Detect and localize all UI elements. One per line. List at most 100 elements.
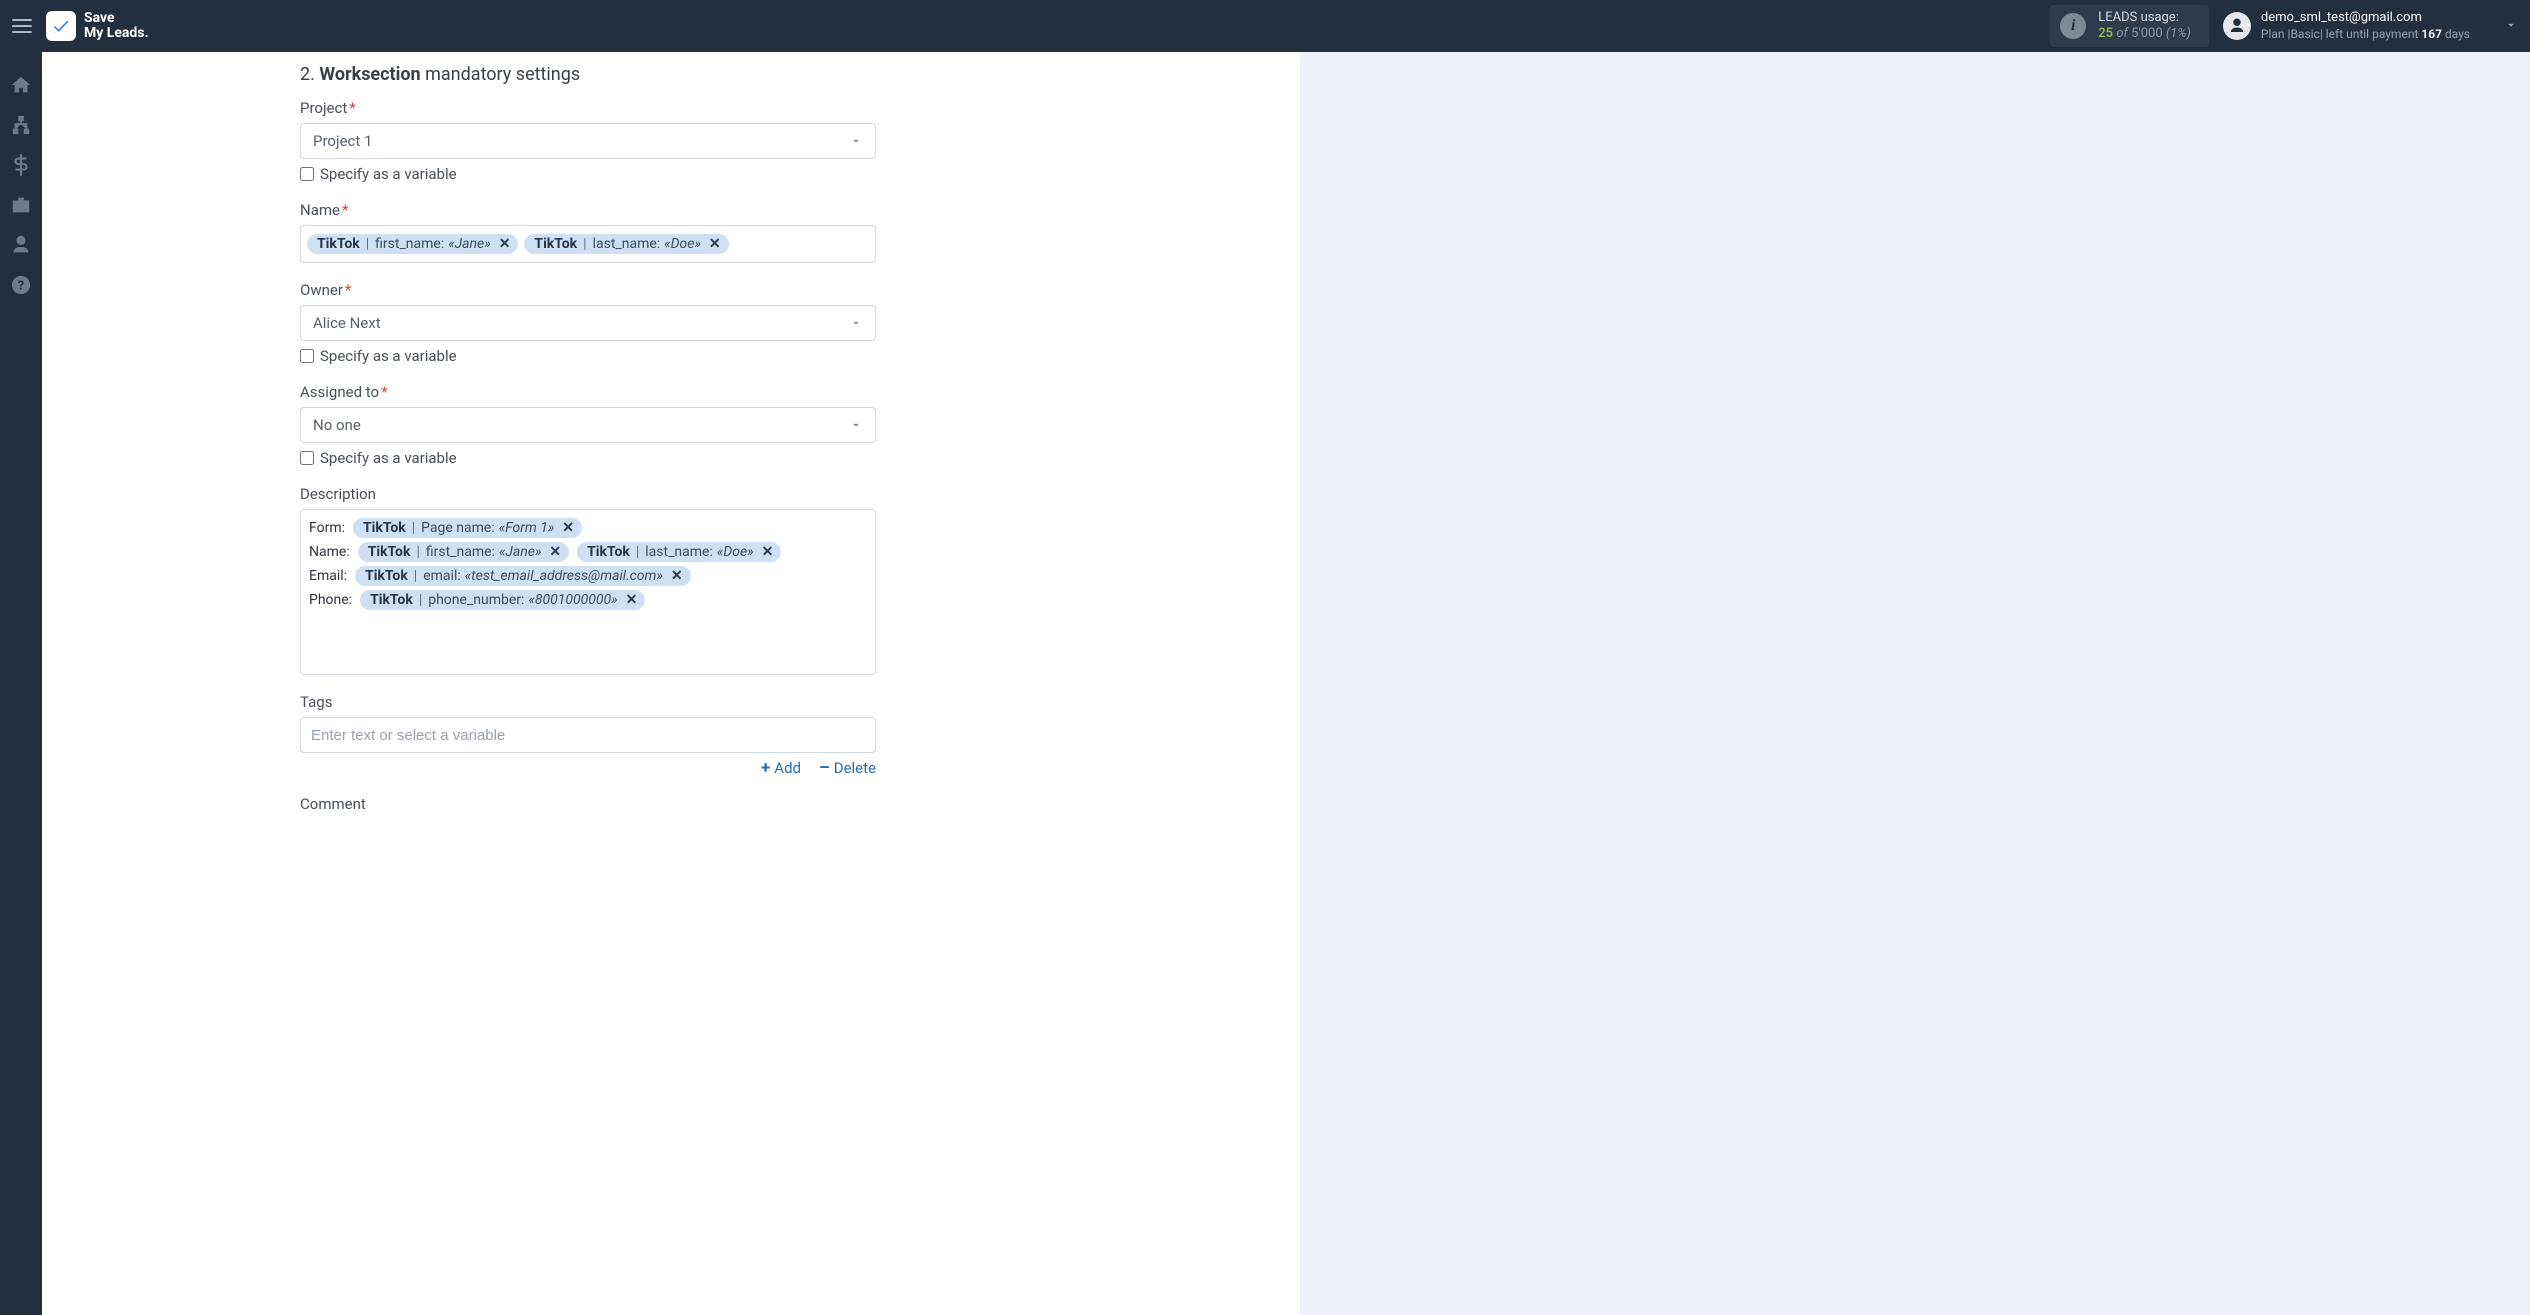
plan-days: 167 [2421,27,2442,41]
description-row-label: Name: [309,544,350,560]
sidebar-sitemap-icon[interactable] [10,114,32,136]
required-star: * [345,281,351,299]
label-comment: Comment [300,795,876,813]
input-name[interactable]: TikTok| first_name: «Jane»✕TikTok| last_… [300,225,876,263]
usage-text: LEADS usage: 25 of 5'000 (1%) [2098,10,2191,43]
description-row: Phone:TikTok| phone_number: «8001000000»… [309,590,867,610]
topbar: Save My Leads i LEADS usage: 25 of 5'000… [0,0,2530,52]
plan-suffix: days [2442,27,2470,41]
sidebar-help-icon[interactable]: ? [10,274,32,296]
chip-sep: | [419,592,422,608]
field-assigned: Assigned to* No one Specify as a variabl… [300,383,876,467]
chip-remove-icon[interactable]: ✕ [762,544,774,560]
usage-pct: (1%) [2166,26,2191,41]
usage-box[interactable]: i LEADS usage: 25 of 5'000 (1%) [2050,5,2209,48]
checkrow-project: Specify as a variable [300,165,876,183]
select-assigned-value: No one [313,416,361,434]
input-tags[interactable] [300,717,876,753]
chip-source: TikTok [317,236,360,252]
brand-line1: Save [84,11,149,26]
select-project[interactable]: Project 1 [300,123,876,159]
chip-source: TikTok [368,544,411,560]
tags-delete-text: Delete [834,759,876,777]
chevron-down-icon [849,134,863,148]
required-star: * [349,99,355,117]
variable-chip[interactable]: TikTok| Page name: «Form 1»✕ [353,518,582,538]
description-row: Email: TikTok | email: «test_email_address… [309,566,867,586]
section-num: 2. [300,64,315,85]
variable-chip[interactable]: TikTok| first_name: «Jane»✕ [358,542,569,562]
usage-of: of [2116,26,2128,41]
sidebar-dollar-icon[interactable] [10,154,32,176]
variable-chip[interactable]: TikTok| last_name: «Doe»✕ [577,542,781,562]
chip-value: «Jane» [499,544,541,560]
chip-remove-icon[interactable]: ✕ [562,520,574,536]
variable-chip[interactable]: TikTok | phone_number: «8001000000» ✕ [360,590,645,610]
usage-total: 5'000 [2131,26,2163,41]
chip-remove-icon[interactable]: ✕ [709,236,721,252]
brand-logo[interactable] [46,11,76,41]
label-project-text: Project [300,99,347,117]
chip-value: «8001000000» [528,592,617,608]
checkbox-assigned-label[interactable]: Specify as a variable [320,449,457,467]
workspace: 2. Worksection mandatory settings Projec… [42,52,2530,1315]
chip-sep: | [412,520,415,536]
label-description: Description [300,485,876,503]
info-icon: i [2060,13,2086,39]
chip-remove-icon[interactable]: ✕ [671,568,683,584]
sidebar: ? [0,52,42,1315]
chip-value: «Doe» [664,236,701,252]
chip-remove-icon[interactable]: ✕ [549,544,561,560]
select-owner[interactable]: Alice Next [300,305,876,341]
field-description: Description Form:TikTok| Page name: «For… [300,485,876,675]
select-owner-value: Alice Next [313,314,381,332]
sidebar-briefcase-icon[interactable] [10,194,32,216]
menu-toggle[interactable] [8,12,36,40]
form-card: 2. Worksection mandatory settings Projec… [42,52,1300,1315]
variable-chip[interactable]: TikTok| last_name: «Doe»✕ [524,234,728,254]
chip-sep: | [583,236,586,252]
description-row: Name:TikTok| first_name: «Jane»✕TikTok| … [309,542,867,562]
user-box[interactable]: demo_sml_test@gmail.com Plan |Basic| lef… [2223,10,2518,41]
checkbox-owner-label[interactable]: Specify as a variable [320,347,457,365]
checkbox-project-var[interactable] [300,167,314,181]
sidebar-user-icon[interactable] [10,234,32,256]
chip-sep: | [414,568,417,584]
description-row-label: Form: [309,520,345,536]
chevron-down-icon [849,418,863,432]
input-description[interactable]: Form:TikTok| Page name: «Form 1»✕Name:Ti… [300,509,876,675]
tags-delete-link[interactable]: –Delete [819,759,876,777]
checkbox-project-label[interactable]: Specify as a variable [320,165,457,183]
chip-sep: | [416,544,419,560]
chip-key: phone_number: [428,592,524,608]
plan-prefix: Plan |Basic| left until payment [2261,27,2421,41]
chip-source: TikTok [370,592,413,608]
checkrow-owner: Specify as a variable [300,347,876,365]
chip-remove-icon[interactable]: ✕ [499,236,511,252]
tags-add-link[interactable]: +Add [761,759,801,777]
checkbox-owner-var[interactable] [300,349,314,363]
field-project: Project* Project 1 Specify as a variable [300,99,876,183]
brand-line2: My Leads [84,26,149,41]
chip-remove-icon[interactable]: ✕ [626,592,638,608]
select-assigned[interactable]: No one [300,407,876,443]
description-row-label: Email: [309,568,347,584]
checkbox-assigned-var[interactable] [300,451,314,465]
checkrow-assigned: Specify as a variable [300,449,876,467]
chip-value: «test_email_address@mail.com» [465,568,663,584]
chip-source: TikTok [365,568,408,584]
sidebar-home-icon[interactable] [10,74,32,96]
variable-chip[interactable]: TikTok| first_name: «Jane»✕ [307,234,518,254]
chip-value: «Doe» [717,544,754,560]
svg-text:?: ? [18,279,24,294]
chip-key: Page name: [421,520,495,536]
chevron-down-icon[interactable] [2504,17,2518,36]
user-lines: demo_sml_test@gmail.com Plan |Basic| lef… [2261,10,2470,41]
chip-value: «Form 1» [499,520,555,536]
chip-source: TikTok [534,236,577,252]
label-assigned-text: Assigned to [300,383,379,401]
minus-icon: – [819,760,830,777]
variable-chip[interactable]: TikTok | email: «test_email_address@mail.… [355,566,691,586]
tags-add-text: Add [774,759,801,777]
chip-key: email: [423,568,461,584]
